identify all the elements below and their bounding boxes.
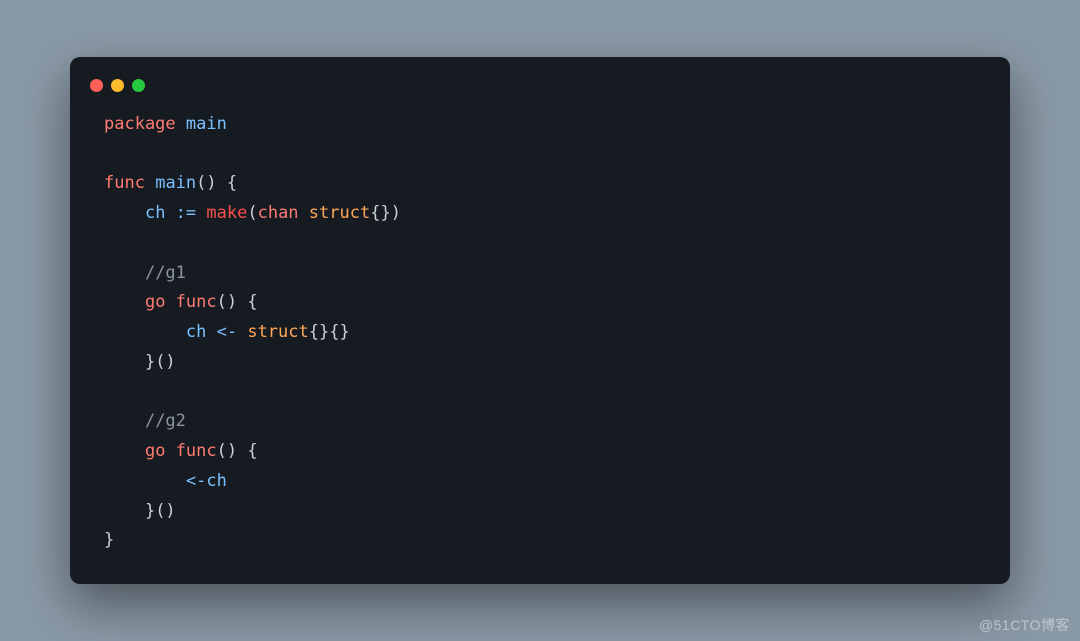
kw-struct: struct (309, 203, 370, 223)
id-ch: ch (186, 322, 206, 342)
kw-package: package (104, 114, 176, 134)
id-ch: ch (145, 203, 165, 223)
watermark: @51CTO博客 (979, 615, 1070, 635)
indent (104, 352, 145, 372)
kw-go-func: go func (145, 441, 217, 461)
op-assign: := (165, 203, 206, 223)
indent (104, 203, 145, 223)
id-main: main (186, 114, 227, 134)
kw-go-func: go func (145, 292, 217, 312)
minimize-icon (111, 79, 124, 92)
id-main-fn: main (155, 173, 196, 193)
punct: } (104, 530, 114, 550)
kw-func: func (104, 173, 145, 193)
indent (104, 501, 145, 521)
punct: () { (217, 441, 258, 461)
punct: () { (217, 292, 258, 312)
punct: }() (145, 501, 176, 521)
indent (104, 411, 145, 431)
id-ch: ch (206, 471, 226, 491)
op-send: <- (206, 322, 247, 342)
close-icon (90, 79, 103, 92)
indent (104, 263, 145, 283)
punct: ( (247, 203, 257, 223)
indent (104, 471, 186, 491)
kw-struct: struct (247, 322, 308, 342)
punct: }() (145, 352, 176, 372)
space (299, 203, 309, 223)
code-block: package main func main() { ch := make(ch… (70, 110, 1010, 556)
punct: {}{} (309, 322, 350, 342)
fn-make: make (206, 203, 247, 223)
indent (104, 441, 145, 461)
zoom-icon (132, 79, 145, 92)
window-titlebar (70, 79, 1010, 110)
punct: () { (196, 173, 237, 193)
comment-g2: //g2 (145, 411, 186, 431)
kw-chan: chan (258, 203, 299, 223)
op-recv: <- (186, 471, 206, 491)
code-window: package main func main() { ch := make(ch… (70, 57, 1010, 584)
punct: {}) (370, 203, 401, 223)
indent (104, 322, 186, 342)
comment-g1: //g1 (145, 263, 186, 283)
indent (104, 292, 145, 312)
